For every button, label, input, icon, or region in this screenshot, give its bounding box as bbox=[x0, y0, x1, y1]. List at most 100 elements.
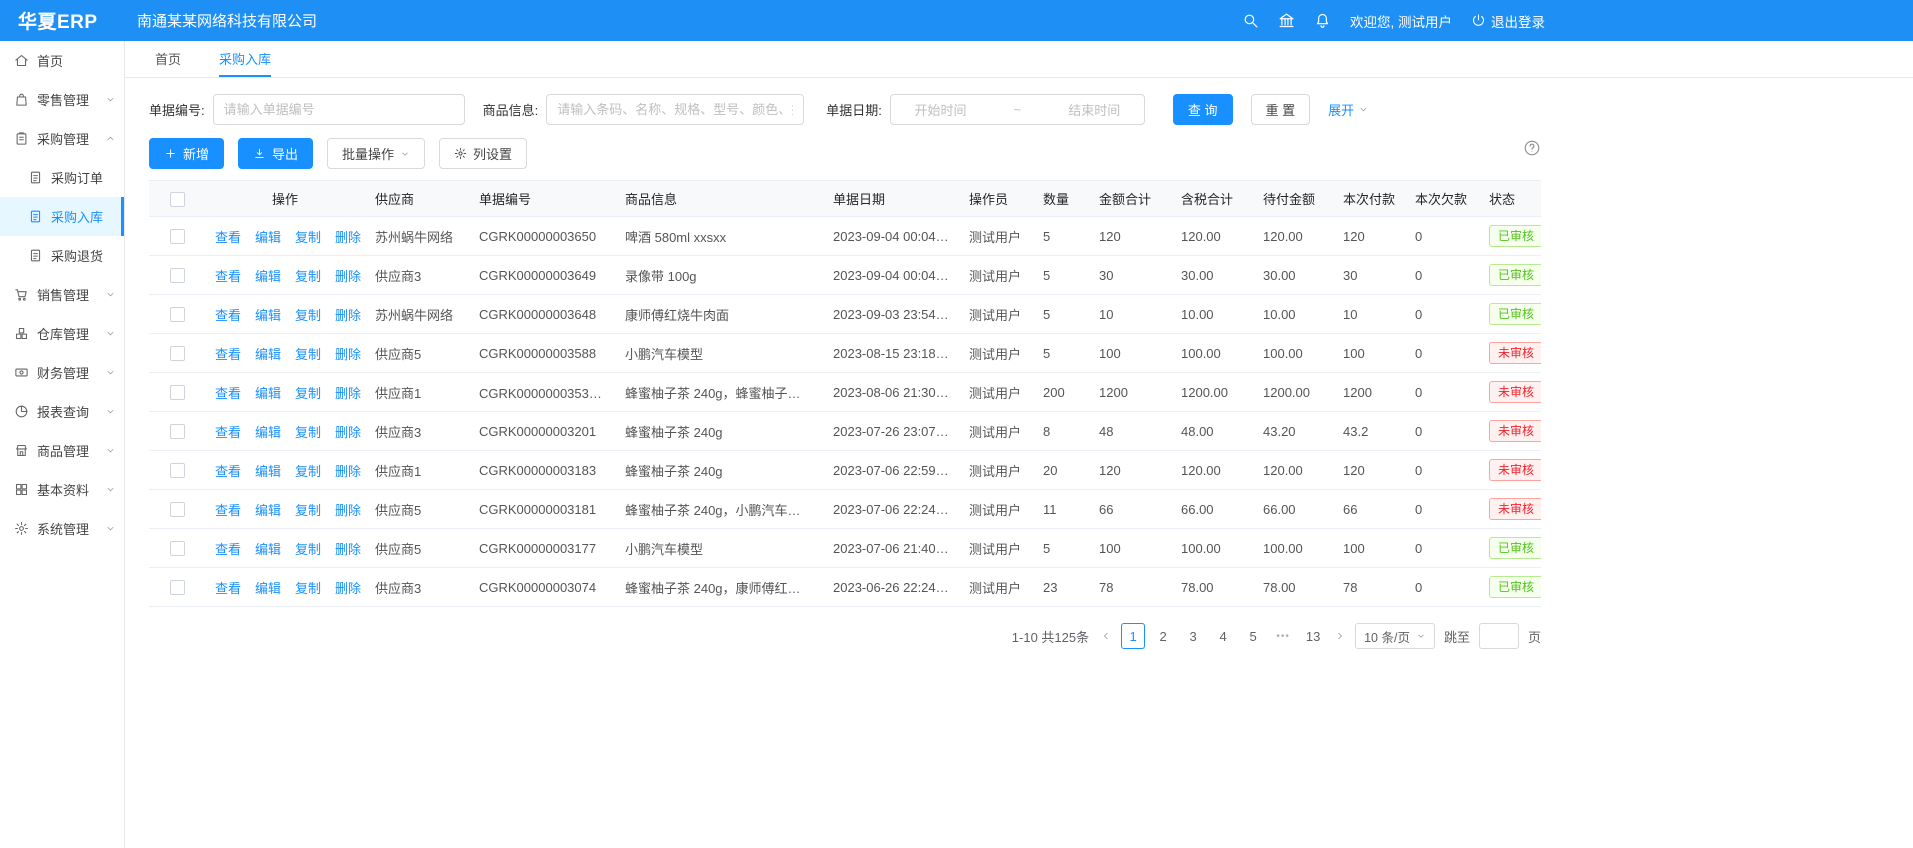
row-actions: 查看编辑复制删除 bbox=[215, 305, 355, 324]
row-checkbox-cell bbox=[149, 412, 205, 451]
row-action-delete[interactable]: 删除 bbox=[335, 266, 361, 285]
bell-icon[interactable] bbox=[1314, 12, 1331, 29]
row-action-copy[interactable]: 复制 bbox=[295, 578, 321, 597]
row-checkbox[interactable] bbox=[170, 424, 185, 439]
row-checkbox[interactable] bbox=[170, 463, 185, 478]
sidebar-item-purchase-return[interactable]: 采购退货 bbox=[0, 236, 124, 275]
export-button[interactable]: 导出 bbox=[238, 138, 313, 169]
row-action-delete[interactable]: 删除 bbox=[335, 539, 361, 558]
row-action-view[interactable]: 查看 bbox=[215, 500, 241, 519]
row-action-edit[interactable]: 编辑 bbox=[255, 383, 281, 402]
reset-button[interactable]: 重 置 bbox=[1251, 94, 1311, 125]
goods-info-input[interactable] bbox=[546, 94, 804, 125]
row-action-edit[interactable]: 编辑 bbox=[255, 422, 281, 441]
expand-link[interactable]: 展开 bbox=[1328, 100, 1369, 119]
pagination-page-2[interactable]: 2 bbox=[1151, 623, 1175, 649]
row-action-edit[interactable]: 编辑 bbox=[255, 266, 281, 285]
sidebar-item-finance[interactable]: 财务管理 bbox=[0, 353, 124, 392]
row-checkbox[interactable] bbox=[170, 346, 185, 361]
column-header-4: 商品信息 bbox=[615, 181, 823, 217]
prev-page-icon[interactable] bbox=[1100, 630, 1112, 642]
sidebar-item-purchase[interactable]: 采购管理 bbox=[0, 119, 124, 158]
row-action-copy[interactable]: 复制 bbox=[295, 539, 321, 558]
row-action-edit[interactable]: 编辑 bbox=[255, 227, 281, 246]
row-action-edit[interactable]: 编辑 bbox=[255, 461, 281, 480]
batch-actions-button[interactable]: 批量操作 bbox=[327, 138, 425, 169]
row-checkbox[interactable] bbox=[170, 229, 185, 244]
row-action-view[interactable]: 查看 bbox=[215, 461, 241, 480]
row-action-view[interactable]: 查看 bbox=[215, 539, 241, 558]
table-body: 查看编辑复制删除 苏州蜗牛网络 CGRK00000003650 啤酒 580ml… bbox=[149, 217, 1541, 607]
row-checkbox[interactable] bbox=[170, 268, 185, 283]
bank-icon[interactable] bbox=[1278, 12, 1295, 29]
bill-no-input[interactable] bbox=[213, 94, 465, 125]
row-action-view[interactable]: 查看 bbox=[215, 305, 241, 324]
row-action-view[interactable]: 查看 bbox=[215, 578, 241, 597]
sidebar-item-purchase-order[interactable]: 采购订单 bbox=[0, 158, 124, 197]
row-action-delete[interactable]: 删除 bbox=[335, 578, 361, 597]
search-button[interactable]: 查 询 bbox=[1173, 94, 1233, 125]
pagination-page-4[interactable]: 4 bbox=[1211, 623, 1235, 649]
sidebar-item-sales[interactable]: 销售管理 bbox=[0, 275, 124, 314]
next-page-icon[interactable] bbox=[1334, 630, 1346, 642]
row-action-delete[interactable]: 删除 bbox=[335, 227, 361, 246]
row-checkbox[interactable] bbox=[170, 385, 185, 400]
row-action-copy[interactable]: 复制 bbox=[295, 500, 321, 519]
row-checkbox-cell bbox=[149, 373, 205, 412]
row-action-delete[interactable]: 删除 bbox=[335, 383, 361, 402]
pagination-page-3[interactable]: 3 bbox=[1181, 623, 1205, 649]
page-size-select[interactable]: 10 条/页 bbox=[1355, 623, 1435, 649]
cell-bill-date: 2023-06-26 22:24:04 bbox=[823, 568, 959, 607]
sidebar-item-retail[interactable]: 零售管理 bbox=[0, 80, 124, 119]
row-action-view[interactable]: 查看 bbox=[215, 383, 241, 402]
row-action-delete[interactable]: 删除 bbox=[335, 461, 361, 480]
sidebar-item-goods[interactable]: 商品管理 bbox=[0, 431, 124, 470]
sidebar-item-home[interactable]: 首页 bbox=[0, 41, 124, 80]
row-checkbox[interactable] bbox=[170, 541, 185, 556]
row-action-copy[interactable]: 复制 bbox=[295, 266, 321, 285]
row-action-edit[interactable]: 编辑 bbox=[255, 539, 281, 558]
row-checkbox[interactable] bbox=[170, 307, 185, 322]
select-all-checkbox[interactable] bbox=[170, 192, 185, 207]
row-action-copy[interactable]: 复制 bbox=[295, 422, 321, 441]
date-range-input[interactable]: 开始时间 ~ 结束时间 bbox=[890, 94, 1145, 125]
sidebar-item-purchase-inbound[interactable]: 采购入库 bbox=[0, 197, 124, 236]
row-action-view[interactable]: 查看 bbox=[215, 344, 241, 363]
cell-operator: 测试用户 bbox=[959, 412, 1033, 451]
row-action-edit[interactable]: 编辑 bbox=[255, 500, 281, 519]
row-checkbox[interactable] bbox=[170, 580, 185, 595]
column-settings-button[interactable]: 列设置 bbox=[439, 138, 527, 169]
row-action-copy[interactable]: 复制 bbox=[295, 344, 321, 363]
search-icon[interactable] bbox=[1242, 12, 1259, 29]
row-action-view[interactable]: 查看 bbox=[215, 266, 241, 285]
cell-supplier: 供应商3 bbox=[365, 568, 469, 607]
row-action-delete[interactable]: 删除 bbox=[335, 344, 361, 363]
row-checkbox[interactable] bbox=[170, 502, 185, 517]
pagination-page-1[interactable]: 1 bbox=[1121, 623, 1145, 649]
row-action-delete[interactable]: 删除 bbox=[335, 500, 361, 519]
row-action-delete[interactable]: 删除 bbox=[335, 305, 361, 324]
row-action-delete[interactable]: 删除 bbox=[335, 422, 361, 441]
sidebar-item-basic-data[interactable]: 基本资料 bbox=[0, 470, 124, 509]
row-action-view[interactable]: 查看 bbox=[215, 227, 241, 246]
row-action-edit[interactable]: 编辑 bbox=[255, 305, 281, 324]
sidebar-item-warehouse[interactable]: 仓库管理 bbox=[0, 314, 124, 353]
tab-purchase-inbound[interactable]: 采购入库 bbox=[219, 41, 271, 77]
row-action-edit[interactable]: 编辑 bbox=[255, 344, 281, 363]
sidebar-item-system[interactable]: 系统管理 bbox=[0, 509, 124, 548]
row-action-copy[interactable]: 复制 bbox=[295, 305, 321, 324]
jump-page-input[interactable] bbox=[1479, 623, 1519, 649]
row-action-edit[interactable]: 编辑 bbox=[255, 578, 281, 597]
tab-home[interactable]: 首页 bbox=[155, 41, 181, 77]
row-action-copy[interactable]: 复制 bbox=[295, 383, 321, 402]
pagination-page-13[interactable]: 13 bbox=[1301, 623, 1325, 649]
help-icon[interactable] bbox=[1523, 139, 1541, 157]
row-action-copy[interactable]: 复制 bbox=[295, 227, 321, 246]
sidebar-item-reports[interactable]: 报表查询 bbox=[0, 392, 124, 431]
logout-button[interactable]: 退出登录 bbox=[1471, 11, 1545, 31]
row-action-view[interactable]: 查看 bbox=[215, 422, 241, 441]
add-button[interactable]: 新增 bbox=[149, 138, 224, 169]
row-action-copy[interactable]: 复制 bbox=[295, 461, 321, 480]
pagination-page-5[interactable]: 5 bbox=[1241, 623, 1265, 649]
cell-supplier: 供应商5 bbox=[365, 490, 469, 529]
